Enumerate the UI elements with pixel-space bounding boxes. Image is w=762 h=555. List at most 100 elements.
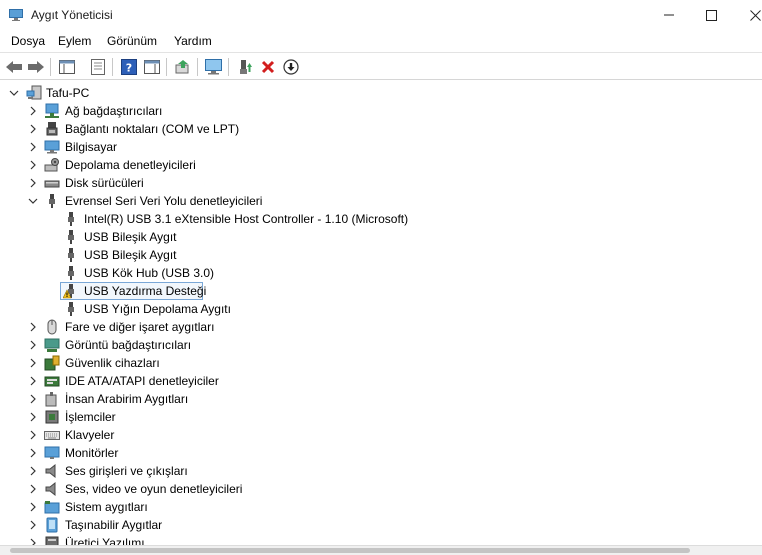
chevron-right-icon[interactable] [28,376,38,386]
tree-category-usb[interactable]: Evrensel Seri Veri Yolu denetleyicileri [0,192,400,210]
usb-icon [68,302,74,316]
scrollbar-thumb[interactable] [10,548,690,553]
tree-category-processors[interactable]: İşlemciler [0,408,400,426]
chevron-right-icon[interactable] [28,484,38,494]
tree-category-label: Fare ve diğer işaret aygıtları [65,320,215,334]
tree-device-usb-composite-1[interactable]: USB Bileşik Aygıt [0,228,420,246]
chevron-right-icon[interactable] [28,142,38,152]
tree-category-hid[interactable]: İnsan Arabirim Aygıtları [0,390,400,408]
tree-category-label: Disk sürücüleri [65,176,144,190]
tree-category-ide[interactable]: IDE ATA/ATAPI denetleyiciler [0,372,400,390]
close-button[interactable] [732,0,762,30]
chevron-right-icon[interactable] [28,502,38,512]
tree-category-sound-video[interactable]: Ses, video ve oyun denetleyicileri [0,480,400,498]
forward-button[interactable] [26,57,46,77]
tree-category-portable[interactable]: Taşınabilir Aygıtlar [0,516,400,534]
uninstall-device-button[interactable] [258,57,278,77]
tree-category-ports[interactable]: Bağlantı noktaları (COM ve LPT) [0,120,400,138]
tree-category-label: Evrensel Seri Veri Yolu denetleyicileri [65,194,263,208]
port-icon [46,122,58,136]
tree-category-computer[interactable]: Bilgisayar [0,138,400,156]
toolbar-separator [50,58,51,76]
chevron-right-icon[interactable] [28,340,38,350]
help-button[interactable]: ? [119,57,139,77]
show-hide-action-pane-button[interactable] [142,57,162,77]
tree-category-firmware[interactable]: Üretici Yazılımı [0,534,400,545]
usb-icon [68,266,74,280]
tree-category-label: Monitörler [65,446,119,460]
tree-category-label: IDE ATA/ATAPI denetleyiciler [65,374,219,388]
tree-category-network[interactable]: Ağ bağdaştırıcıları [0,102,400,120]
tree-device-label: Intel(R) USB 3.1 eXtensible Host Control… [84,212,409,226]
chevron-right-icon[interactable] [28,466,38,476]
monitor-scan-icon [205,59,222,75]
red-x-icon [261,60,275,74]
toolbar-separator [166,58,167,76]
show-hide-tree-button[interactable] [57,57,77,77]
back-arrow-icon [6,61,22,73]
tree-device-usb-root-hub[interactable]: USB Kök Hub (USB 3.0) [0,264,420,282]
tree-category-disk[interactable]: Disk sürücüleri [0,174,400,192]
tree-device-usb-mass-storage[interactable]: USB Yığın Depolama Aygıtı [0,300,420,318]
down-arrow-circle-icon [283,59,299,75]
tree-device-usb-composite-2[interactable]: USB Bileşik Aygıt [0,246,420,264]
chevron-right-icon[interactable] [28,520,38,530]
chevron-right-icon[interactable] [28,178,38,188]
tree-category-label: İnsan Arabirim Aygıtları [65,392,189,406]
menu-eylem[interactable]: Eylem [58,34,91,48]
computer-icon [26,85,42,100]
update-driver-button[interactable] [173,57,193,77]
enable-device-button[interactable] [235,57,255,77]
display-adapter-icon [44,338,60,352]
menu-gorunum[interactable]: Görünüm [107,34,157,48]
tree-category-security[interactable]: Güvenlik cihazları [0,354,400,372]
chevron-right-icon[interactable] [28,106,38,116]
minimize-button[interactable] [646,0,692,30]
chevron-right-icon[interactable] [28,358,38,368]
tree-category-display[interactable]: Görüntü bağdaştırıcıları [0,336,400,354]
tree-device-label: USB Bileşik Aygıt [84,230,177,244]
menu-yardim[interactable]: Yardım [174,34,212,48]
tree-root[interactable]: Tafu-PC [0,84,300,102]
device-tree[interactable]: Tafu-PC Ağ bağdaştırıcıları Bağlantı nok… [0,82,762,545]
tree-category-label: Bağlantı noktaları (COM ve LPT) [65,122,240,136]
back-button[interactable] [4,57,24,77]
chevron-right-icon[interactable] [28,160,38,170]
chevron-down-icon[interactable] [28,196,38,206]
tree-category-label: Bilgisayar [65,140,118,154]
device-manager-icon [9,9,23,21]
tree-category-keyboards[interactable]: Klavyeler [0,426,400,444]
chevron-down-icon[interactable] [9,88,19,98]
horizontal-scrollbar[interactable] [0,545,762,555]
tree-category-storage[interactable]: Depolama denetleyicileri [0,156,400,174]
properties-button[interactable] [88,57,108,77]
tree-category-mouse[interactable]: Fare ve diğer işaret aygıtları [0,318,400,336]
chevron-right-icon[interactable] [28,538,38,545]
network-icon [45,103,59,118]
chevron-right-icon[interactable] [28,394,38,404]
chevron-right-icon[interactable] [28,124,38,134]
security-device-icon [44,355,60,371]
tree-category-monitors[interactable]: Monitörler [0,444,400,462]
tree-device-usb-host-controller[interactable]: Intel(R) USB 3.1 eXtensible Host Control… [0,210,420,228]
tree-device-label: USB Kök Hub (USB 3.0) [84,266,215,280]
chevron-right-icon[interactable] [28,412,38,422]
toolbar-separator [228,58,229,76]
tree-root-label: Tafu-PC [46,86,90,100]
maximize-button[interactable] [688,0,734,30]
enable-device-icon [240,60,252,74]
chevron-right-icon[interactable] [28,322,38,332]
menu-dosya[interactable]: Dosya [11,34,45,48]
disable-device-button[interactable] [281,57,301,77]
usb-icon [49,194,55,208]
tree-device-usb-printing-support[interactable]: USB Yazdırma Desteği [0,282,420,300]
chevron-right-icon[interactable] [28,430,38,440]
action-pane-icon [144,60,160,74]
help-icon: ? [121,59,137,75]
tree-category-system[interactable]: Sistem aygıtları [0,498,400,516]
scan-hardware-button[interactable] [204,57,224,77]
toolbar-separator [197,58,198,76]
tree-category-audio-io[interactable]: Ses girişleri ve çıkışları [0,462,400,480]
tree-category-label: Sistem aygıtları [65,500,148,514]
chevron-right-icon[interactable] [28,448,38,458]
